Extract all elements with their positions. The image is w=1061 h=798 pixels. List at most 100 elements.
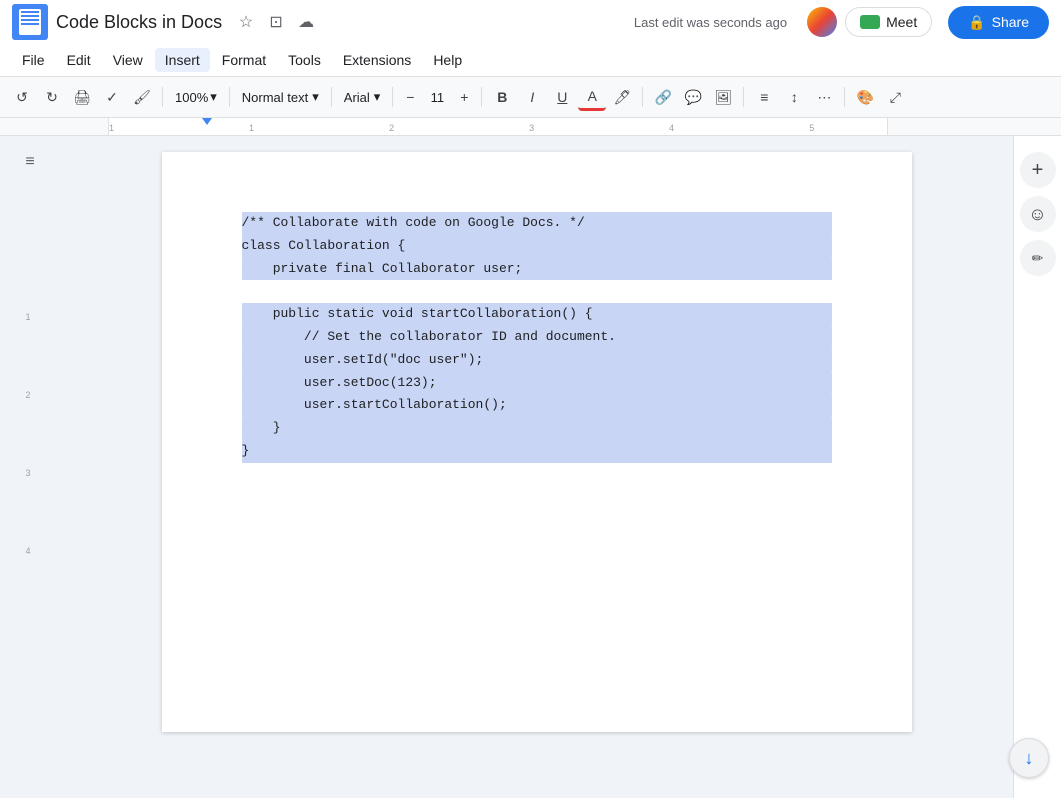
menu-bar: File Edit View Insert Format Tools Exten… — [0, 44, 1061, 76]
font-size-control: − + — [399, 86, 475, 108]
last-edit-status: Last edit was seconds ago — [634, 15, 787, 30]
paragraph-style-value: Normal text — [242, 90, 308, 105]
align-button[interactable]: ≡ — [750, 83, 778, 111]
ruler-inner: 1 1 2 3 4 5 — [108, 118, 888, 135]
print-button[interactable]: 🖨 — [68, 83, 96, 111]
menu-insert[interactable]: Insert — [155, 48, 210, 72]
share-label: Share — [992, 14, 1029, 30]
paragraph-style-arrow: ▾ — [312, 89, 319, 105]
code-line-10: } — [242, 440, 832, 463]
line-numbers: 1 2 3 4 — [25, 312, 34, 564]
font-value: Arial — [344, 90, 370, 105]
toolbar: ↺ ↻ 🖨 ✓ 🖌 100% ▾ Normal text ▾ Arial ▾ −… — [0, 76, 1061, 118]
font-size-input[interactable] — [423, 90, 451, 105]
document-outline-icon[interactable]: ≡ — [14, 146, 46, 178]
code-line-7: user.setDoc(123); — [242, 372, 832, 395]
meet-label: Meet — [886, 14, 917, 30]
ruler-num-3: 3 — [25, 468, 30, 486]
text-color-button[interactable]: A — [578, 83, 606, 111]
menu-edit[interactable]: Edit — [57, 48, 101, 72]
separator-2 — [229, 87, 230, 107]
folder-icon[interactable]: ⊡ — [264, 10, 288, 34]
code-line-9: } — [242, 417, 832, 440]
code-line-5: // Set the collaborator ID and document. — [242, 326, 832, 349]
increase-font-button[interactable]: + — [453, 86, 475, 108]
menu-file[interactable]: File — [12, 48, 55, 72]
paint-format-button[interactable]: 🖌 — [128, 83, 156, 111]
bold-button[interactable]: B — [488, 83, 516, 111]
avatar — [807, 7, 837, 37]
italic-button[interactable]: I — [518, 83, 546, 111]
code-line-0: /** Collaborate with code on Google Docs… — [242, 212, 832, 235]
font-arrow: ▾ — [374, 89, 381, 105]
collaborator-avatars — [807, 7, 837, 37]
spellcheck-button[interactable]: ✓ — [98, 83, 126, 111]
code-line-4: public static void startCollaboration() … — [242, 303, 832, 326]
menu-format[interactable]: Format — [212, 48, 276, 72]
ruler-num-1: 1 — [25, 312, 30, 330]
separator-5 — [481, 87, 482, 107]
code-line-1: class Collaboration { — [242, 235, 832, 258]
docs-logo — [12, 4, 48, 40]
image-button[interactable]: 🖼 — [709, 83, 737, 111]
highlight-button[interactable]: 🖊 — [608, 83, 636, 111]
underline-button[interactable]: U — [548, 83, 576, 111]
ruler: 1 1 2 3 4 5 — [0, 118, 1061, 136]
zoom-dropdown[interactable]: 100% ▾ — [169, 87, 223, 107]
zoom-arrow: ▾ — [210, 89, 217, 105]
assistant-button[interactable]: ↓ — [1009, 738, 1049, 778]
ruler-label-4: 4 — [669, 123, 674, 133]
share-button[interactable]: 🔒 Share — [948, 6, 1049, 39]
ruler-label-3: 3 — [529, 123, 534, 133]
zoom-value: 100% — [175, 90, 208, 105]
bottom-right-area: ↓ — [1009, 738, 1049, 778]
ruler-label-2: 2 — [389, 123, 394, 133]
code-line-8: user.startCollaboration(); — [242, 394, 832, 417]
line-spacing-button[interactable]: ↕ — [780, 83, 808, 111]
paragraph-style-dropdown[interactable]: Normal text ▾ — [236, 87, 325, 107]
indent-marker — [202, 118, 212, 125]
cloud-icon[interactable]: ☁ — [294, 10, 318, 34]
add-content-button[interactable]: + — [1020, 152, 1056, 188]
sidebar-right: + ☺ ✏ — [1013, 136, 1061, 798]
ruler-label-5: 5 — [809, 123, 814, 133]
expand-button[interactable]: ⤢ — [881, 83, 909, 111]
meet-button[interactable]: Meet — [845, 7, 932, 37]
document-title[interactable]: Code Blocks in Docs — [56, 12, 222, 33]
separator-7 — [743, 87, 744, 107]
ruler-num-2: 2 — [25, 390, 30, 408]
redo-button[interactable]: ↻ — [38, 83, 66, 111]
ruler-label-1: 1 — [249, 123, 254, 133]
emoji-button[interactable]: ☺ — [1020, 196, 1056, 232]
separator-3 — [331, 87, 332, 107]
separator-8 — [844, 87, 845, 107]
title-bar: Code Blocks in Docs ☆ ⊡ ☁ Last edit was … — [0, 0, 1061, 44]
feedback-button[interactable]: ✏ — [1020, 240, 1056, 276]
code-line-2: private final Collaborator user; — [242, 258, 832, 281]
separator-4 — [392, 87, 393, 107]
decrease-font-button[interactable]: − — [399, 86, 421, 108]
comment-button[interactable]: 💬 — [679, 83, 707, 111]
menu-help[interactable]: Help — [423, 48, 472, 72]
page-area: /** Collaborate with code on Google Docs… — [60, 136, 1013, 798]
menu-extensions[interactable]: Extensions — [333, 48, 421, 72]
document-page: /** Collaborate with code on Google Docs… — [162, 152, 912, 732]
ruler-label-0: 1 — [109, 123, 114, 133]
undo-button[interactable]: ↺ — [8, 83, 36, 111]
title-icons: ☆ ⊡ ☁ — [234, 10, 318, 34]
separator-1 — [162, 87, 163, 107]
code-block[interactable]: /** Collaborate with code on Google Docs… — [242, 212, 832, 463]
font-dropdown[interactable]: Arial ▾ — [338, 87, 387, 107]
separator-6 — [642, 87, 643, 107]
main-area: ≡ 1 2 3 4 /** Collaborate with code on G… — [0, 136, 1061, 798]
menu-view[interactable]: View — [103, 48, 153, 72]
star-icon[interactable]: ☆ — [234, 10, 258, 34]
menu-tools[interactable]: Tools — [278, 48, 331, 72]
link-button[interactable]: 🔗 — [649, 83, 677, 111]
code-line-6: user.setId("doc user"); — [242, 349, 832, 372]
sidebar-left: ≡ 1 2 3 4 — [0, 136, 60, 798]
paint-tool-button[interactable]: 🎨 — [851, 83, 879, 111]
more-button[interactable]: ⋯ — [810, 83, 838, 111]
meet-icon — [860, 15, 880, 29]
lock-icon: 🔒 — [968, 14, 985, 31]
